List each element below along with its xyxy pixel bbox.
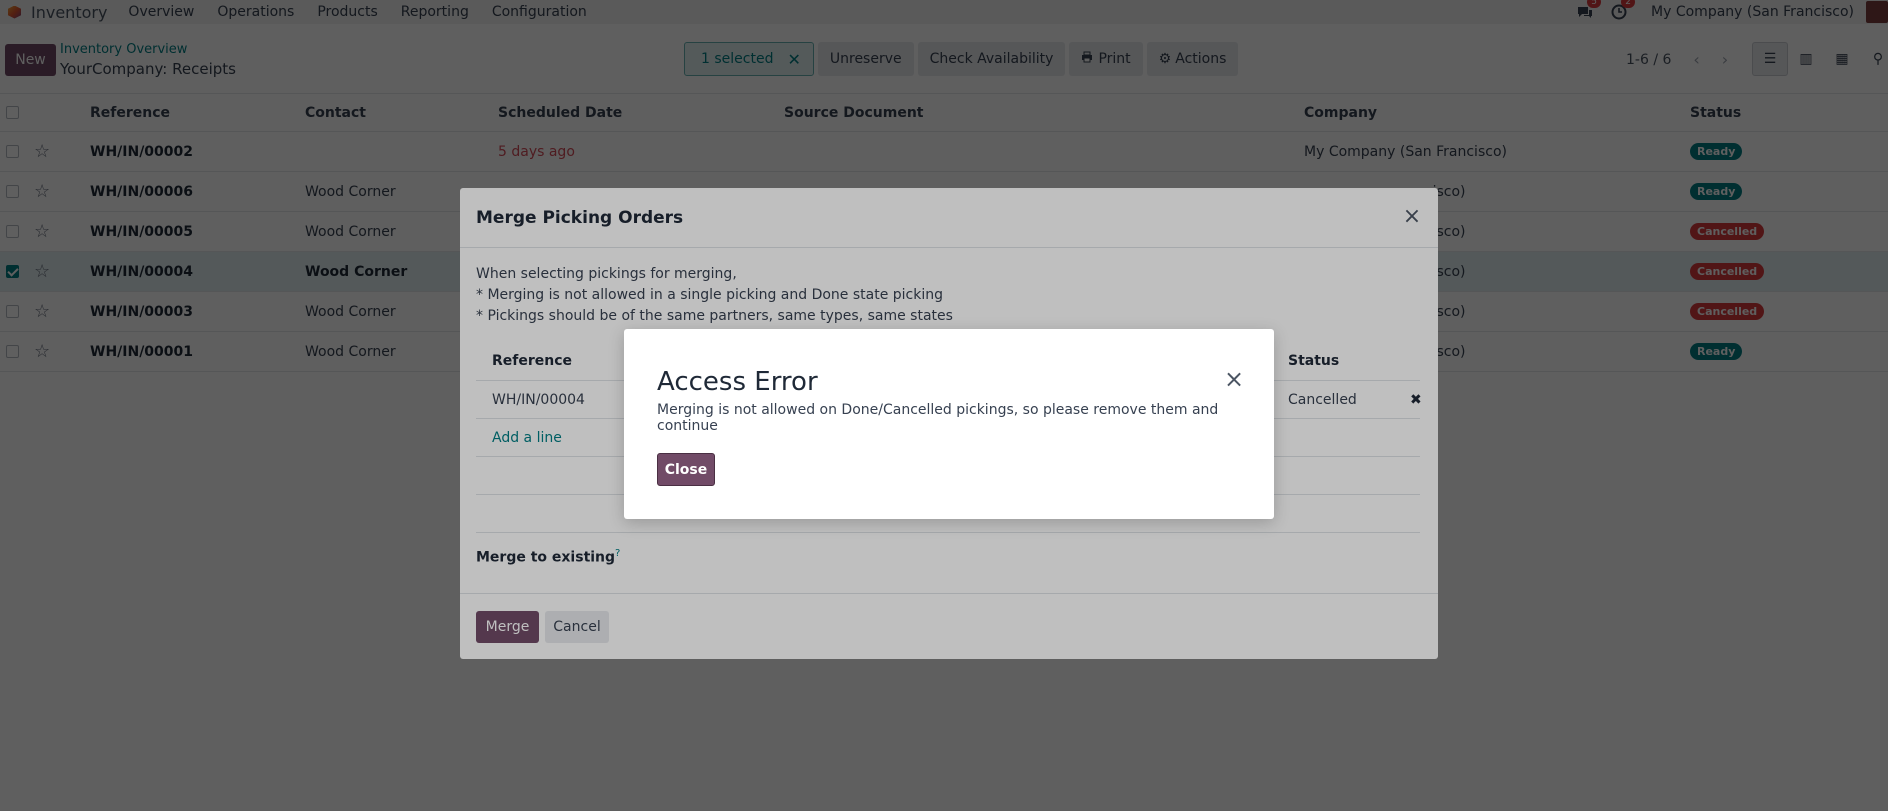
close-icon[interactable]: × — [1224, 365, 1244, 393]
access-error-dialog: Access Error × Merging is not allowed on… — [624, 329, 1274, 519]
close-button[interactable]: Close — [657, 453, 715, 486]
error-title: Access Error — [657, 367, 818, 397]
error-message: Merging is not allowed on Done/Cancelled… — [657, 402, 1219, 434]
